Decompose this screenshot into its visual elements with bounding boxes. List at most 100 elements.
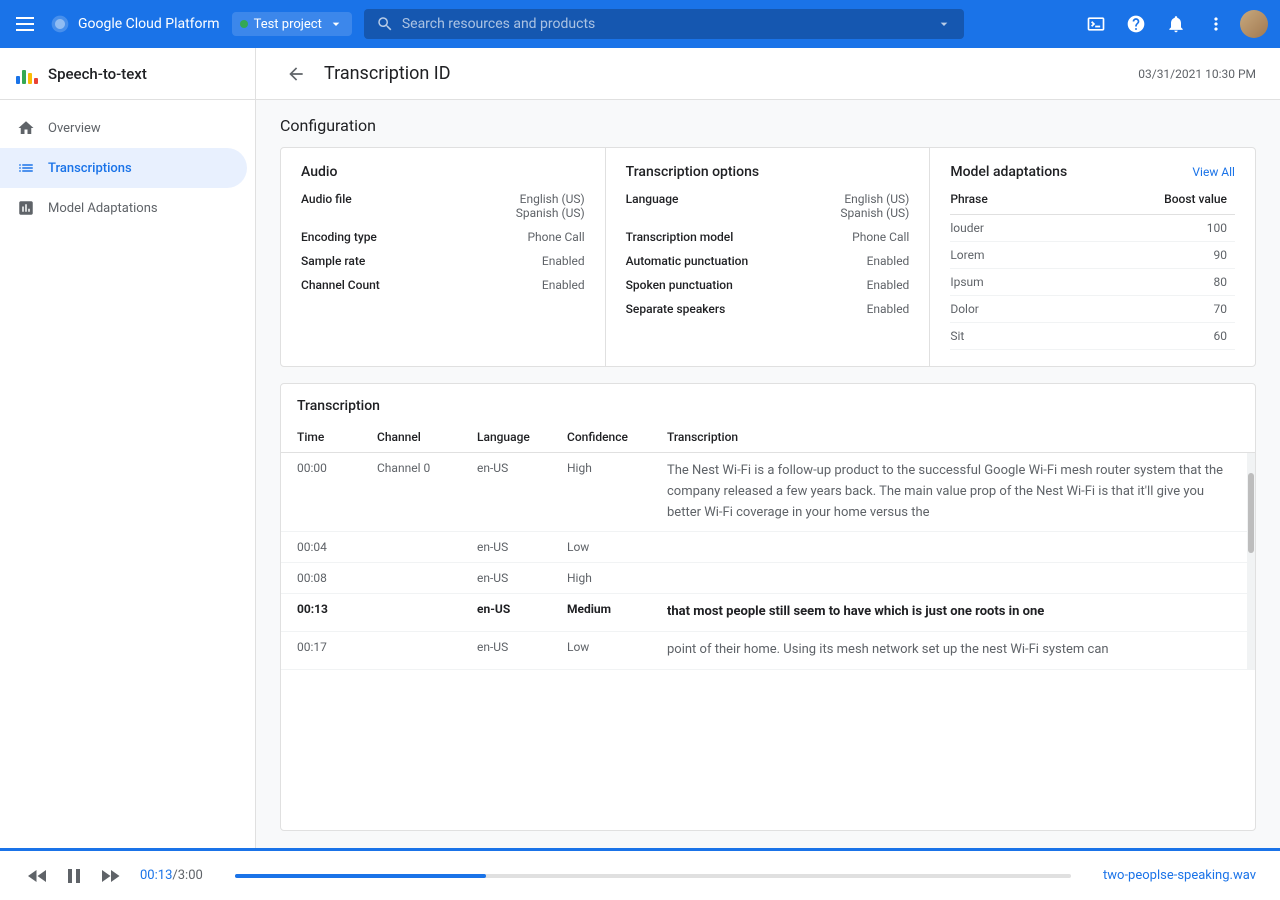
- player-time: 00:13/3:00: [140, 868, 203, 883]
- notifications-icon: [1166, 14, 1186, 34]
- channel-header: Channel: [377, 430, 477, 444]
- pause-icon: [62, 864, 86, 888]
- audio-card-title: Audio: [301, 164, 585, 180]
- sidebar-item-transcriptions[interactable]: Transcriptions: [0, 148, 247, 188]
- phrase-cell: Dolor: [950, 296, 1061, 323]
- encoding-type-key: Encoding type: [301, 230, 377, 244]
- notifications-button[interactable]: [1160, 8, 1192, 40]
- transcription-text-after: point of their home. Using its mesh netw…: [667, 640, 1231, 661]
- player-progress-bar[interactable]: [235, 874, 1071, 878]
- logo-bar-3: [28, 73, 32, 84]
- model-table-row: louder100: [950, 215, 1235, 242]
- table-row: 00:13 en-US Medium that most people stil…: [281, 594, 1247, 632]
- channel-count-key: Channel Count: [301, 278, 380, 292]
- transcription-text: The Nest Wi-Fi is a follow-up product to…: [667, 461, 1231, 523]
- logo-bar-1: [16, 76, 20, 84]
- spoken-punctuation-key: Spoken punctuation: [626, 278, 733, 292]
- time-cell: 00:17: [297, 640, 377, 654]
- language-cell: en-US: [477, 540, 567, 554]
- auto-punctuation-value: Enabled: [867, 254, 910, 268]
- channel-count-row: Channel Count Enabled: [301, 278, 585, 292]
- top-navigation: Google Cloud Platform Test project Searc…: [0, 0, 1280, 48]
- back-arrow-icon: [286, 64, 306, 84]
- transcription-cell: point of their home. Using its mesh netw…: [667, 640, 1231, 661]
- chart-icon: [16, 198, 36, 218]
- audio-card: Audio Audio file English (US)Spanish (US…: [281, 148, 606, 366]
- boost-cell: 100: [1062, 215, 1235, 242]
- table-row: 00:17 en-US Low point of their home. Usi…: [281, 632, 1247, 670]
- audio-file-key: Audio file: [301, 192, 352, 206]
- model-table-row: Ipsum80: [950, 269, 1235, 296]
- auto-punctuation-key: Automatic punctuation: [626, 254, 749, 268]
- phrase-cell: Ipsum: [950, 269, 1061, 296]
- boost-cell: 60: [1062, 323, 1235, 350]
- back-button[interactable]: [280, 58, 312, 90]
- chevron-down-icon: [328, 16, 344, 32]
- language-header: Language: [477, 430, 567, 444]
- sample-rate-key: Sample rate: [301, 254, 365, 268]
- terminal-icon: [1086, 14, 1106, 34]
- channel-count-value: Enabled: [542, 278, 585, 292]
- sidebar-header: Speech-to-text: [0, 48, 255, 100]
- google-cloud-logo: [50, 14, 70, 34]
- hamburger-menu-button[interactable]: [12, 13, 38, 35]
- help-icon: [1126, 14, 1146, 34]
- forward-icon: [98, 864, 122, 888]
- channel-cell: Channel 0: [377, 461, 477, 475]
- language-key: Language: [626, 192, 679, 206]
- separate-speakers-row: Separate speakers Enabled: [626, 302, 910, 316]
- sidebar-item-overview[interactable]: Overview: [0, 108, 247, 148]
- transcription-section: Transcription Time Channel Language Conf…: [256, 383, 1280, 847]
- rewind-icon: [26, 864, 50, 888]
- transcription-model-value: Phone Call: [852, 230, 909, 244]
- language-cell: en-US: [477, 571, 567, 585]
- view-all-link[interactable]: View All: [1192, 165, 1235, 179]
- model-adaptations-card: Model adaptations View All Phrase Boost …: [930, 148, 1255, 366]
- language-cell: en-US: [477, 640, 567, 654]
- search-icon: [376, 15, 394, 33]
- pause-button[interactable]: [60, 862, 88, 890]
- page-header: Transcription ID 03/31/2021 10:30 PM: [256, 48, 1280, 100]
- transcription-header: Transcription: [667, 430, 1239, 444]
- player-current-time: 00:13: [140, 868, 172, 883]
- transcription-options-card: Transcription options Language English (…: [606, 148, 931, 366]
- time-cell: 00:00: [297, 461, 377, 475]
- terminal-button[interactable]: [1080, 8, 1112, 40]
- confidence-cell: Low: [567, 540, 667, 554]
- more-options-button[interactable]: [1200, 8, 1232, 40]
- speech-to-text-logo: [16, 64, 38, 84]
- transcription-cell: The Nest Wi-Fi is a follow-up product to…: [667, 461, 1231, 523]
- top-nav-actions: [1080, 8, 1268, 40]
- project-selector[interactable]: Test project: [232, 12, 352, 36]
- brand-name: Google Cloud Platform: [50, 14, 220, 34]
- page-timestamp: 03/31/2021 10:30 PM: [1138, 67, 1256, 81]
- boost-cell: 80: [1062, 269, 1235, 296]
- time-cell: 00:08: [297, 571, 377, 585]
- project-dot-icon: [240, 20, 248, 28]
- hamburger-icon: [16, 17, 34, 31]
- help-button[interactable]: [1120, 8, 1152, 40]
- language-cell: en-US: [477, 602, 567, 616]
- rewind-button[interactable]: [24, 862, 52, 890]
- model-adaptations-title: Model adaptations: [950, 164, 1067, 180]
- confidence-cell: High: [567, 461, 667, 475]
- transcription-card-title: Transcription: [281, 384, 1255, 414]
- separate-speakers-key: Separate speakers: [626, 302, 726, 316]
- sample-rate-row: Sample rate Enabled: [301, 254, 585, 268]
- user-avatar[interactable]: [1240, 10, 1268, 38]
- boost-cell: 90: [1062, 242, 1235, 269]
- model-table-row: Sit60: [950, 323, 1235, 350]
- scrollbar[interactable]: [1247, 453, 1255, 670]
- search-bar[interactable]: Search resources and products: [364, 9, 964, 39]
- home-icon: [16, 118, 36, 138]
- sidebar-item-model-adaptations[interactable]: Model Adaptations: [0, 188, 247, 228]
- phrase-cell: Sit: [950, 323, 1061, 350]
- player-filename[interactable]: two-peoplse-speaking.wav: [1103, 868, 1256, 883]
- sidebar: Speech-to-text Overview Transcriptions M…: [0, 48, 256, 900]
- time-header: Time: [297, 430, 377, 444]
- model-table-row: Dolor70: [950, 296, 1235, 323]
- footer-player: 00:13/3:00 two-peoplse-speaking.wav: [0, 848, 1280, 900]
- sidebar-nav: Overview Transcriptions Model Adaptation…: [0, 100, 255, 236]
- phrase-cell: louder: [950, 215, 1061, 242]
- forward-button[interactable]: [96, 862, 124, 890]
